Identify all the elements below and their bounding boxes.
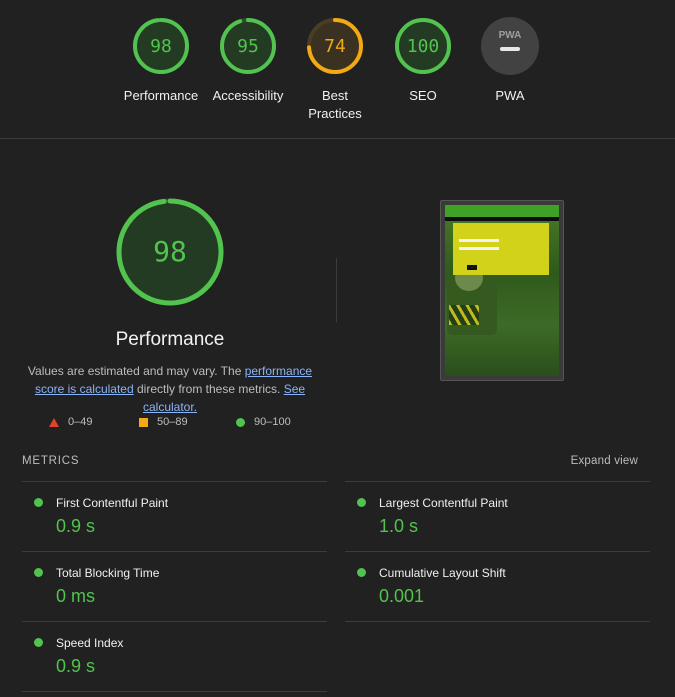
- status-dot-icon: [357, 568, 366, 577]
- gauge-label: PWA: [495, 88, 525, 103]
- metric-label: Largest Contentful Paint: [379, 496, 508, 510]
- status-dot-icon: [357, 498, 366, 507]
- performance-gauge-icon: 98: [133, 18, 189, 74]
- triangle-icon: [49, 417, 59, 427]
- metric-speed-index: Speed Index 0.9 s: [22, 621, 327, 692]
- metric-value: 0 ms: [56, 586, 96, 606]
- metric-label: Cumulative Layout Shift: [379, 566, 506, 580]
- gauge-best-practices[interactable]: 74 Best Practices: [285, 17, 385, 123]
- metric-cumulative-layout-shift: Cumulative Layout Shift 0.001: [345, 551, 650, 622]
- gauge-performance[interactable]: 98 Performance: [111, 17, 211, 105]
- status-dot-icon: [34, 568, 43, 577]
- legend-poor-label: 0–49: [68, 416, 93, 428]
- legend-average-label: 50–89: [157, 416, 188, 428]
- accessibility-gauge-icon: 95: [220, 18, 276, 74]
- divider: [345, 621, 650, 622]
- metric-value: 1.0 s: [379, 516, 419, 536]
- final-screenshot-thumbnail[interactable]: [440, 200, 564, 381]
- thumb-form-panel: [453, 223, 549, 275]
- seo-gauge-icon: 100: [395, 18, 451, 74]
- metric-value: 0.9 s: [56, 656, 96, 676]
- thumb-field: [459, 239, 499, 242]
- gauge-label: Performance: [123, 88, 199, 103]
- gauge-label: SEO: [409, 88, 437, 103]
- pwa-badge-text: PWA: [499, 30, 522, 41]
- desc-middle: directly from these metrics.: [133, 382, 284, 396]
- thumb-field: [459, 247, 499, 250]
- metrics-header: METRICS Expand view: [22, 455, 640, 469]
- score-summary: 98 Performance 95 Accessibility 74 Best …: [0, 0, 675, 139]
- thumb-header-bar: [445, 205, 559, 217]
- metric-first-contentful-paint: First Contentful Paint 0.9 s: [22, 481, 327, 552]
- gauge-label: Best Practices: [308, 88, 362, 121]
- legend-average: 50–89: [139, 416, 188, 428]
- performance-description: Values are estimated and may vary. The p…: [20, 362, 320, 416]
- performance-big-gauge-icon: 98: [116, 198, 224, 306]
- metric-label: Speed Index: [56, 636, 124, 650]
- divider: [336, 258, 337, 322]
- divider: [22, 691, 327, 692]
- thumb-nav-strip: [445, 217, 559, 221]
- gauge-pwa[interactable]: PWA PWA: [460, 17, 560, 105]
- metric-largest-contentful-paint: Largest Contentful Paint 1.0 s: [345, 481, 650, 552]
- thumb-stripes: [449, 305, 479, 325]
- metric-total-blocking-time: Total Blocking Time 0 ms: [22, 551, 327, 622]
- metric-label: Total Blocking Time: [56, 566, 160, 580]
- gauge-score: 74: [324, 36, 346, 57]
- performance-score: 98: [153, 235, 187, 268]
- expand-view-toggle[interactable]: Expand view: [571, 455, 638, 467]
- screenshot-image: [445, 205, 559, 376]
- desc-prefix: Values are estimated and may vary. The: [27, 364, 245, 378]
- gauge-accessibility[interactable]: 95 Accessibility: [198, 17, 298, 105]
- pwa-badge-icon: PWA: [481, 17, 539, 75]
- metric-value: 0.9 s: [56, 516, 96, 536]
- status-dot-icon: [34, 638, 43, 647]
- metric-label: First Contentful Paint: [56, 496, 169, 510]
- gauge-score: 95: [237, 36, 259, 57]
- gauge-seo[interactable]: 100 SEO: [373, 17, 473, 105]
- square-icon: [139, 417, 148, 427]
- gauge-score: 100: [407, 36, 440, 57]
- legend-good: 90–100: [236, 416, 291, 428]
- status-dot-icon: [34, 498, 43, 507]
- metric-value: 0.001: [379, 586, 425, 606]
- circle-icon: [236, 417, 245, 427]
- gauge-score: 98: [150, 36, 172, 57]
- best-practices-gauge-icon: 74: [307, 18, 363, 74]
- legend-good-label: 90–100: [254, 416, 291, 428]
- legend-poor: 0–49: [49, 416, 92, 428]
- metrics-title: METRICS: [22, 455, 80, 467]
- performance-title: Performance: [115, 329, 225, 350]
- thumb-button: [467, 265, 477, 270]
- gauge-label: Accessibility: [212, 88, 284, 103]
